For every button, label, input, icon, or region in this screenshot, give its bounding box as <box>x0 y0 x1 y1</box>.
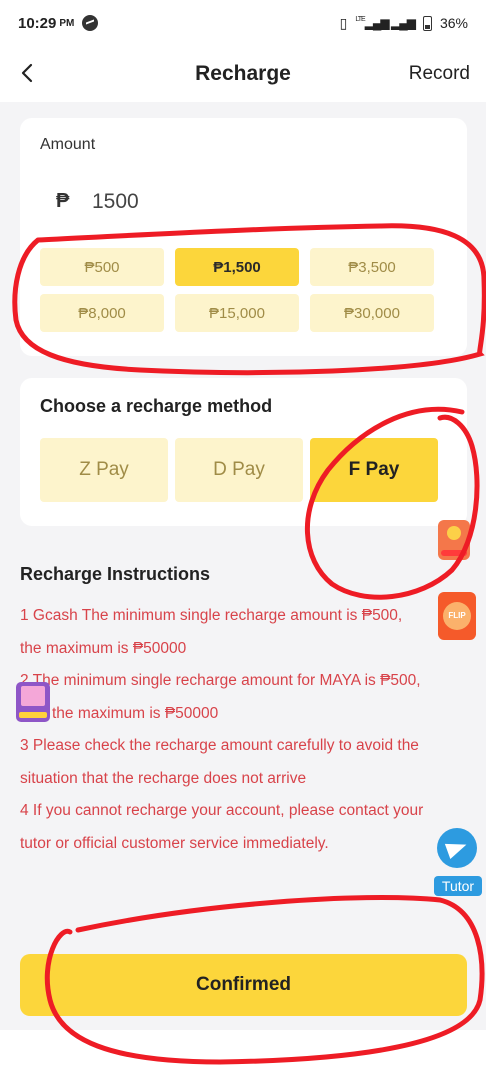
status-time: 10:29 <box>18 14 57 32</box>
instruction-line: the maximum is ₱50000 <box>52 704 219 722</box>
instruction-line: 4 If you cannot recharge your account, p… <box>20 802 424 819</box>
messenger-icon <box>82 15 99 31</box>
vibrate-icon: ▯ <box>339 14 348 31</box>
amount-option-8000[interactable]: ₱8,000 <box>40 294 164 332</box>
flip-icon[interactable]: FLIP <box>438 592 476 640</box>
signal-icon: LTE▂▄▆ ▂▄▆ <box>355 16 416 30</box>
network-type: LTE <box>355 16 365 23</box>
amount-input[interactable]: 1500 <box>92 190 139 214</box>
amount-option-15000[interactable]: ₱15,000 <box>175 294 299 332</box>
tutor-label[interactable]: Tutor <box>434 876 482 896</box>
record-link[interactable]: Record <box>409 63 470 85</box>
method-heading: Choose a recharge method <box>40 396 273 416</box>
amount-label: Amount <box>40 136 96 153</box>
method-d-pay[interactable]: D Pay <box>175 438 303 502</box>
instruction-line: the maximum is ₱50000 <box>20 639 187 657</box>
instruction-line: tutor or official customer service immed… <box>20 834 329 852</box>
bottom-band <box>0 1030 486 1080</box>
instructions-title: Recharge Instructions <box>20 564 211 584</box>
battery-icon <box>422 15 432 31</box>
instructions-list: 1 Gcash The minimum single recharge amou… <box>20 600 465 860</box>
gift-icon[interactable] <box>438 520 470 560</box>
currency-symbol: ₱ <box>56 190 70 212</box>
amount-option-30000[interactable]: ₱30,000 <box>310 294 434 332</box>
amount-card: Amount ₱ 1500 ₱500 ₱1,500 ₱3,500 ₱8,000 … <box>20 118 467 356</box>
instruction-line: 2 The minimum single recharge amount for… <box>20 672 421 689</box>
method-options: Z Pay D Pay F Pay <box>40 438 438 502</box>
instruction-line: 1 Gcash The minimum single recharge amou… <box>20 607 403 624</box>
nav-bar: Recharge Record <box>0 46 486 102</box>
flip-label: FLIP <box>443 602 471 630</box>
telegram-icon[interactable] <box>437 828 477 868</box>
status-indicators: ▯ LTE▂▄▆ ▂▄▆ 36% <box>340 15 468 32</box>
instruction-line: 3 Please check the recharge amount caref… <box>20 737 419 754</box>
instruction-line: situation that the recharge does not arr… <box>20 769 307 787</box>
amount-option-1500[interactable]: ₱1,500 <box>175 248 299 286</box>
amount-options: ₱500 ₱1,500 ₱3,500 ₱8,000 ₱15,000 ₱30,00… <box>40 248 441 332</box>
status-bar: 10:29 PM ▯ LTE▂▄▆ ▂▄▆ 36% <box>0 0 486 46</box>
method-z-pay[interactable]: Z Pay <box>40 438 168 502</box>
battery-percent: 36% <box>439 15 468 31</box>
confirm-button[interactable]: Confirmed <box>20 954 467 1016</box>
method-f-pay[interactable]: F Pay <box>310 438 438 502</box>
method-card: Choose a recharge method Z Pay D Pay F P… <box>20 378 467 526</box>
jackpot-icon[interactable] <box>16 682 50 722</box>
amount-option-3500[interactable]: ₱3,500 <box>310 248 434 286</box>
amount-option-500[interactable]: ₱500 <box>40 248 164 286</box>
status-ampm: PM <box>59 17 75 29</box>
